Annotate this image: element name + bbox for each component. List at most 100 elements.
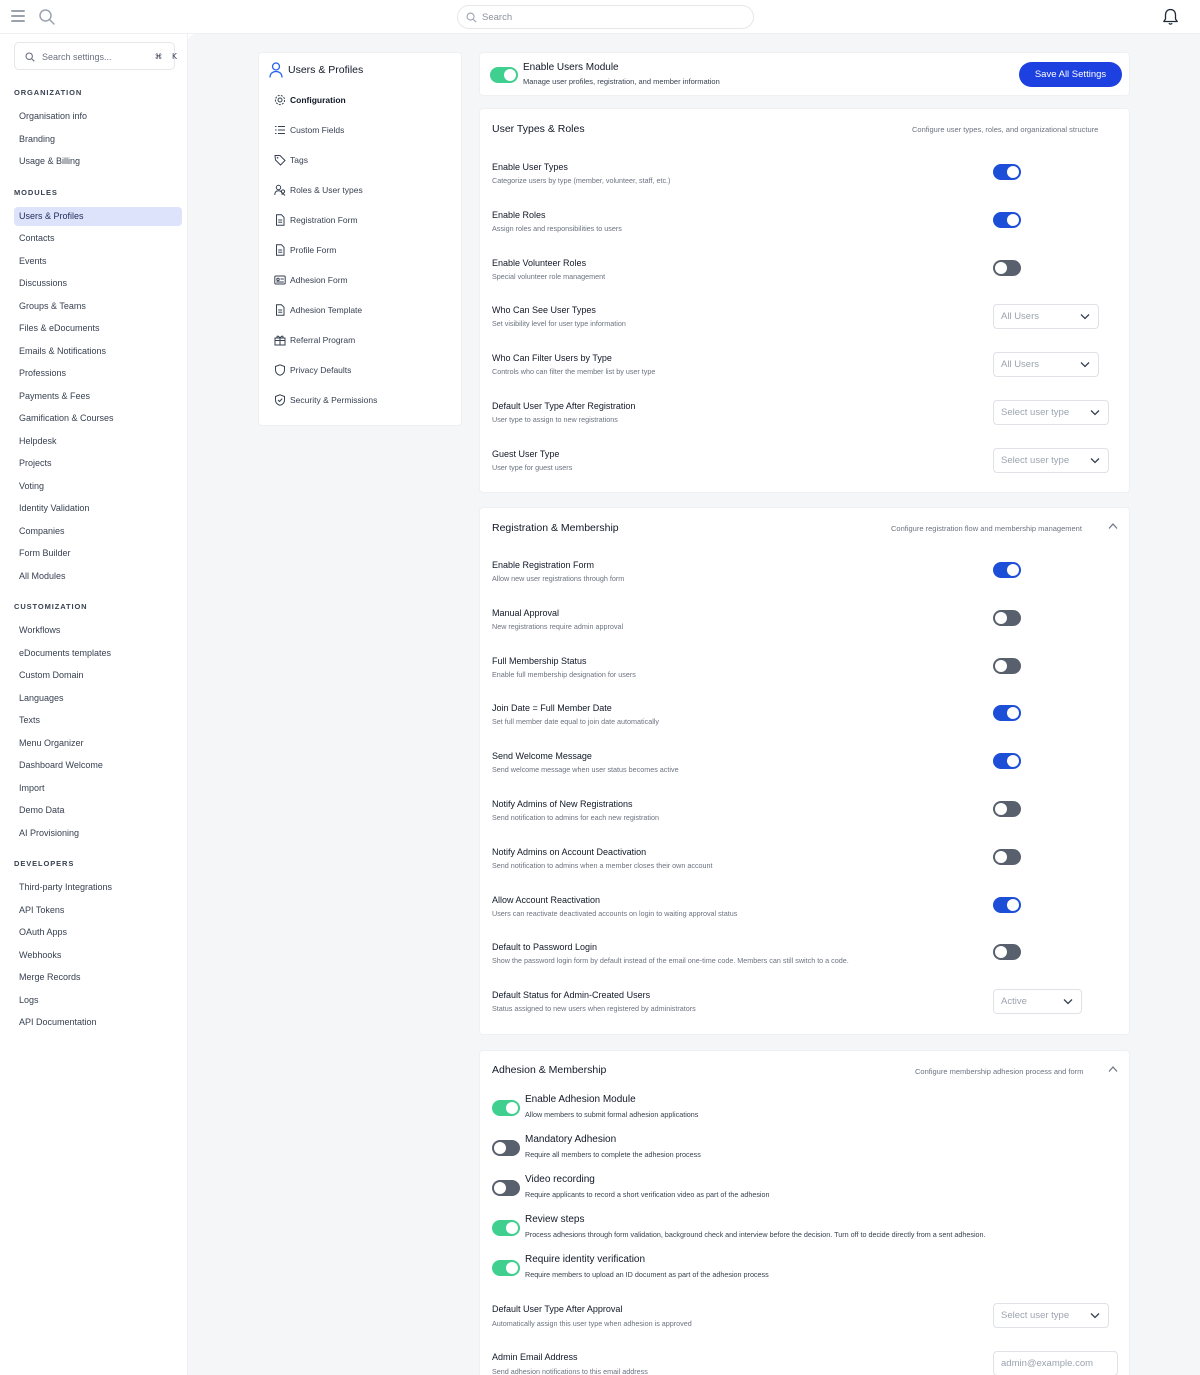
join-date-full-member-date-toggle[interactable] <box>993 705 1021 722</box>
chevron-up-icon[interactable] <box>1108 523 1118 529</box>
sidebar-item-import[interactable]: Import <box>14 779 182 798</box>
sidebar-item-languages[interactable]: Languages <box>14 689 182 708</box>
sidebar-item-files-and-edocuments[interactable]: Files & eDocuments <box>14 319 182 338</box>
row-description: Send notification to admins for each new… <box>492 813 660 822</box>
notify-admins-of-new-registrations-toggle[interactable] <box>993 801 1021 817</box>
select-value: All Users <box>1001 359 1040 371</box>
row-title: Require identity verification <box>525 1254 646 1265</box>
sidebar-item-demo-data[interactable]: Demo Data <box>14 801 182 820</box>
require-identity-verification-toggle[interactable] <box>492 1260 520 1276</box>
subnav-item-configuration[interactable]: Configuration <box>274 91 454 109</box>
subnav-item-profile-form[interactable]: Profile Form <box>274 241 454 259</box>
settings-search-input[interactable] <box>42 49 142 64</box>
sidebar-item-voting[interactable]: Voting <box>14 477 182 496</box>
sidebar-item-companies[interactable]: Companies <box>14 522 182 541</box>
full-membership-status-toggle[interactable] <box>993 657 1021 674</box>
subnav-item-referral-program[interactable]: Referral Program <box>274 331 454 349</box>
sidebar-item-edocuments-templates[interactable]: eDocuments templates <box>14 644 182 663</box>
sidebar-item-users-and-profiles[interactable]: Users & Profiles <box>14 206 182 226</box>
sidebar-item-payments-and-fees[interactable]: Payments & Fees <box>14 387 182 406</box>
enable-roles-toggle[interactable] <box>993 211 1021 228</box>
mandatory-adhesion-toggle[interactable] <box>492 1140 520 1156</box>
top-bar <box>0 0 1200 34</box>
subnav-item-registration-form[interactable]: Registration Form <box>274 211 454 229</box>
sidebar-item-usage-and-billing[interactable]: Usage & Billing <box>14 152 182 171</box>
video-recording-toggle[interactable] <box>492 1180 520 1196</box>
sidebar-item-form-builder[interactable]: Form Builder <box>14 544 182 563</box>
subnav-item-security-and-permissions[interactable]: Security & Permissions <box>274 391 454 409</box>
sidebar-item-texts[interactable]: Texts <box>14 711 182 730</box>
sidebar-item-api-documentation[interactable]: API Documentation <box>14 1013 182 1032</box>
sidebar-item-third-party-integrations[interactable]: Third-party Integrations <box>14 878 182 897</box>
subnav-item-tags[interactable]: Tags <box>274 151 454 169</box>
search-icon[interactable] <box>38 8 56 26</box>
row-title: Guest User Type <box>492 448 560 459</box>
sidebar-item-discussions[interactable]: Discussions <box>14 274 182 293</box>
bell-icon[interactable] <box>1162 8 1179 26</box>
sidebar-item-workflows[interactable]: Workflows <box>14 621 182 640</box>
enable-volunteer-roles-toggle[interactable] <box>993 259 1021 276</box>
save-all-settings-button[interactable]: Save All Settings <box>1019 62 1122 87</box>
send-welcome-message-toggle[interactable] <box>993 753 1021 770</box>
sidebar-item-projects[interactable]: Projects <box>14 454 182 473</box>
row-title: Admin Email Address <box>492 1352 578 1362</box>
subnav-item-label: Configuration <box>290 95 346 105</box>
review-steps-toggle[interactable] <box>492 1220 520 1236</box>
enable-adhesion-module-toggle[interactable] <box>492 1100 520 1116</box>
settings-search[interactable]: ⌘ K <box>14 42 177 70</box>
sidebar-item-ai-provisioning[interactable]: AI Provisioning <box>14 824 182 843</box>
subnav-item-label: Adhesion Template <box>290 305 363 315</box>
sidebar-item-menu-organizer[interactable]: Menu Organizer <box>14 734 182 753</box>
default-to-password-login-toggle[interactable] <box>993 944 1021 961</box>
row-title: Enable Adhesion Module <box>525 1094 636 1105</box>
sidebar-item-api-tokens[interactable]: API Tokens <box>14 901 182 920</box>
manual-approval-toggle[interactable] <box>993 609 1021 626</box>
subnav-item-adhesion-form[interactable]: Adhesion Form <box>274 271 454 289</box>
sidebar-item-webhooks[interactable]: Webhooks <box>14 946 182 965</box>
menu-icon[interactable] <box>11 10 25 23</box>
enable-user-types-toggle[interactable] <box>993 164 1021 180</box>
subnav-item-roles-and-user-types[interactable]: Roles & User types <box>274 181 454 199</box>
sidebar-item-groups-and-teams[interactable]: Groups & Teams <box>14 297 182 316</box>
registration-card: Registration & Membership Configure regi… <box>479 507 1130 1035</box>
sidebar-item-oauth-apps[interactable]: OAuth Apps <box>14 923 182 942</box>
default-user-type-after-approval-select[interactable]: Select user type <box>993 1303 1109 1328</box>
allow-account-reactivation-toggle[interactable] <box>993 896 1021 913</box>
sidebar-item-gamification-and-courses[interactable]: Gamification & Courses <box>14 409 182 428</box>
sidebar-item-identity-validation[interactable]: Identity Validation <box>14 499 182 518</box>
sidebar-item-all-modules[interactable]: All Modules <box>14 567 182 586</box>
sidebar-item-organisation-info[interactable]: Organisation info <box>14 107 182 126</box>
row-description: Send notification to admins when a membe… <box>492 860 713 870</box>
sidebar-item-merge-records[interactable]: Merge Records <box>14 968 182 987</box>
guest-user-type-select[interactable]: Select user type <box>993 447 1109 473</box>
who-can-filter-users-by-type-select[interactable]: All Users <box>993 352 1099 378</box>
chevron-up-icon[interactable] <box>1108 1066 1118 1072</box>
admin-email-input[interactable] <box>993 1351 1118 1375</box>
row-description: Enable full membership designation for u… <box>492 669 636 679</box>
enable-registration-form-toggle[interactable] <box>993 562 1021 578</box>
chevron-down-icon <box>1080 362 1090 368</box>
subnav-item-label: Privacy Defaults <box>290 365 352 375</box>
sidebar-item-custom-domain[interactable]: Custom Domain <box>14 666 182 685</box>
subnav-item-privacy-defaults[interactable]: Privacy Defaults <box>274 361 454 379</box>
notify-admins-on-account-deactivation-toggle[interactable] <box>993 848 1021 865</box>
sidebar-item-branding[interactable]: Branding <box>14 130 182 149</box>
sidebar-item-professions[interactable]: Professions <box>14 364 182 383</box>
global-search[interactable] <box>457 5 754 29</box>
global-search-input[interactable] <box>482 9 742 25</box>
row-title: Join Date = Full Member Date <box>492 703 612 714</box>
row-title: Enable Roles <box>492 209 546 220</box>
sidebar-item-dashboard-welcome[interactable]: Dashboard Welcome <box>14 756 182 775</box>
sidebar-item-helpdesk[interactable]: Helpdesk <box>14 432 182 451</box>
sidebar-item-events[interactable]: Events <box>14 252 182 271</box>
sidebar-item-logs[interactable]: Logs <box>14 991 182 1010</box>
default-user-type-after-registration-select[interactable]: Select user type <box>993 400 1109 425</box>
enable-users-module-toggle[interactable] <box>490 67 518 83</box>
document-icon <box>276 214 285 226</box>
sidebar-item-emails-and-notifications[interactable]: Emails & Notifications <box>14 342 182 361</box>
subnav-item-custom-fields[interactable]: Custom Fields <box>274 121 454 139</box>
sidebar-item-contacts[interactable]: Contacts <box>14 229 182 248</box>
default-status-for-admin-created-users-select[interactable]: Active <box>993 989 1082 1015</box>
who-can-see-user-types-select[interactable]: All Users <box>993 304 1099 330</box>
subnav-item-adhesion-template[interactable]: Adhesion Template <box>274 301 454 319</box>
